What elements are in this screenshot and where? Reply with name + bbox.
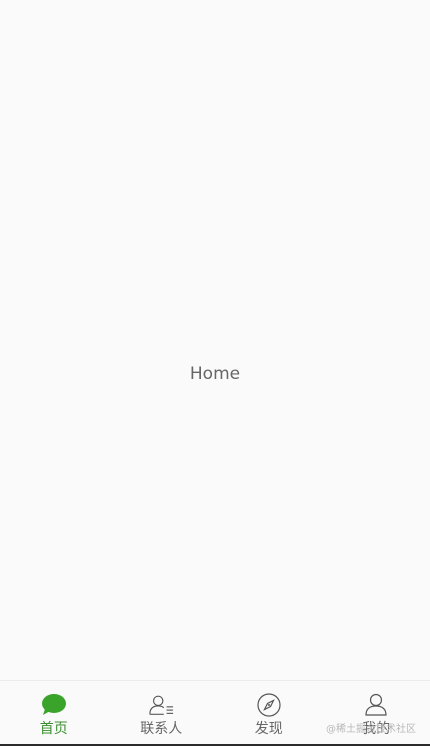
watermark: @稀土掘金技术社区 — [326, 724, 416, 735]
tab-home-label: 首页 — [39, 721, 68, 737]
chat-bubble-icon — [41, 692, 67, 718]
compass-icon — [256, 692, 282, 718]
tab-contacts[interactable]: 联系人 — [108, 681, 216, 745]
page-label: Home — [189, 364, 241, 384]
contacts-icon — [148, 692, 174, 718]
tab-me[interactable]: 我的 — [323, 681, 430, 745]
bottom-tab-bar: 首页 联系人 发现 我的 — [0, 680, 430, 745]
tab-discover-label: 发现 — [254, 721, 283, 737]
tab-contacts-label: 联系人 — [140, 721, 183, 737]
app-screen: Home 首页 联系人 发现 我的 @稀土掘金技术社区 — [0, 0, 430, 746]
tab-discover[interactable]: 发现 — [215, 681, 323, 745]
main-content: Home — [0, 0, 430, 680]
tab-home[interactable]: 首页 — [0, 681, 108, 745]
person-icon — [363, 692, 389, 718]
